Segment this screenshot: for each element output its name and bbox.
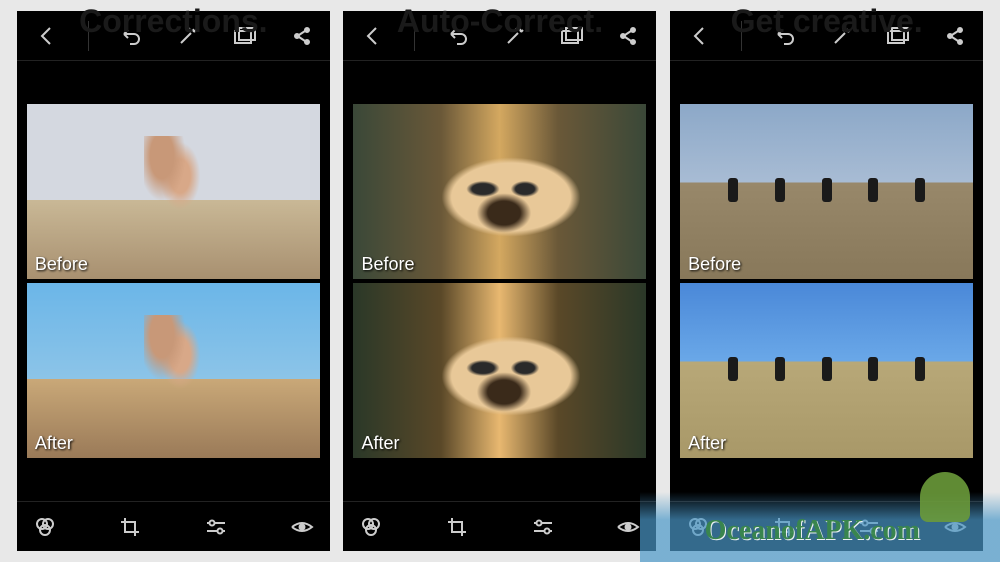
back-icon[interactable] (31, 22, 59, 50)
after-image[interactable]: After (680, 283, 973, 458)
edit-panel-corrections: Corrections. Before After (17, 11, 330, 551)
watermark-text: OceanofAPK.com (705, 515, 920, 547)
back-icon[interactable] (357, 22, 385, 50)
before-image[interactable]: Before (353, 104, 646, 279)
back-icon[interactable] (684, 22, 712, 50)
image-content (441, 336, 581, 416)
edit-panel-creative: Get creative. Before After (670, 11, 983, 551)
filter-icon[interactable] (31, 513, 59, 541)
crop-icon[interactable] (116, 513, 144, 541)
after-image[interactable]: After (353, 283, 646, 458)
panel-header: Auto-Correct. (397, 3, 603, 40)
share-icon[interactable] (288, 22, 316, 50)
after-label: After (688, 433, 726, 454)
image-content (680, 357, 973, 381)
before-image[interactable]: Before (680, 104, 973, 279)
after-label: After (35, 433, 73, 454)
image-content (144, 315, 204, 415)
panel-header: Corrections. (79, 3, 267, 40)
eye-icon[interactable] (614, 513, 642, 541)
sliders-icon[interactable] (202, 513, 230, 541)
filter-icon[interactable] (357, 513, 385, 541)
share-icon[interactable] (614, 22, 642, 50)
before-label: Before (361, 254, 414, 275)
image-content (144, 136, 204, 236)
image-comparison-area: Before After (343, 61, 656, 501)
image-comparison-area: Before After (17, 61, 330, 501)
bottom-toolbar (17, 501, 330, 551)
image-content (441, 157, 581, 237)
share-icon[interactable] (941, 22, 969, 50)
image-content (680, 178, 973, 202)
edit-panel-autocorrect: Auto-Correct. Before After (343, 11, 656, 551)
after-label: After (361, 433, 399, 454)
android-icon (920, 472, 970, 522)
after-image[interactable]: After (27, 283, 320, 458)
before-label: Before (688, 254, 741, 275)
eye-icon[interactable] (288, 513, 316, 541)
crop-icon[interactable] (443, 513, 471, 541)
before-image[interactable]: Before (27, 104, 320, 279)
before-label: Before (35, 254, 88, 275)
sliders-icon[interactable] (529, 513, 557, 541)
image-comparison-area: Before After (670, 61, 983, 501)
bottom-toolbar (343, 501, 656, 551)
panel-header: Get creative. (731, 3, 923, 40)
